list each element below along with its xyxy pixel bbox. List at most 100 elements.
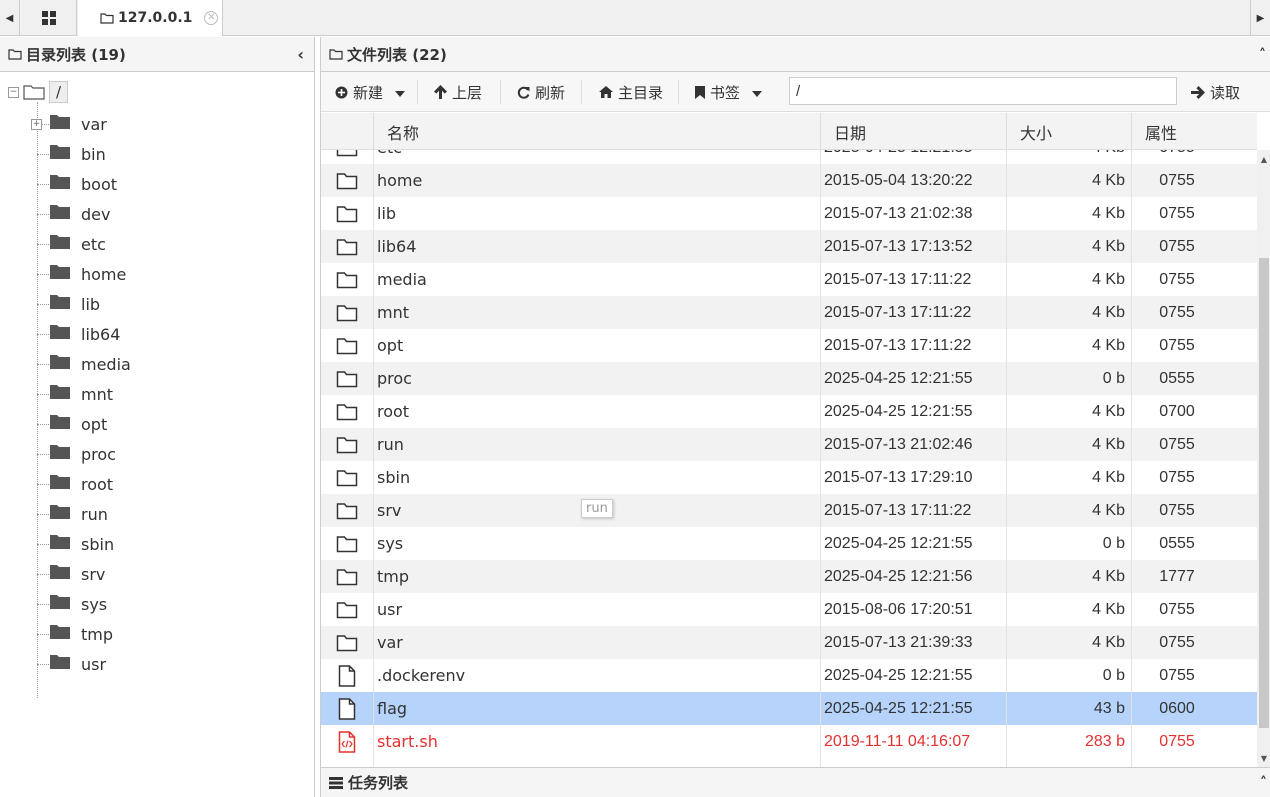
file-row-media[interactable]: media 2015-07-13 17:11:22 4 Kb 0755 bbox=[321, 263, 1257, 296]
column-header-name[interactable]: 名称 bbox=[373, 113, 820, 150]
collapse-left-icon[interactable]: ‹ bbox=[297, 37, 304, 72]
file-row-startsh[interactable]: start.sh 2019-11-11 04:16:07 283 b 0755 bbox=[321, 725, 1257, 758]
toolbar-separator bbox=[500, 80, 501, 104]
column-header-date[interactable]: 日期 bbox=[820, 113, 1006, 150]
file-row-tmp[interactable]: tmp 2025-04-25 12:21:56 4 Kb 1777 bbox=[321, 560, 1257, 593]
tree-root[interactable]: − / bbox=[8, 81, 69, 103]
file-name[interactable]: proc bbox=[377, 362, 412, 395]
file-row-var[interactable]: var 2015-07-13 21:39:33 4 Kb 0755 bbox=[321, 626, 1257, 659]
file-row-dockerenv[interactable]: .dockerenv 2025-04-25 12:21:55 0 b 0755 bbox=[321, 659, 1257, 692]
file-name[interactable]: start.sh bbox=[377, 725, 438, 758]
file-date: 2025-04-25 12:21:56 bbox=[824, 567, 973, 585]
file-attributes: 0755 bbox=[1159, 468, 1195, 486]
expand-toggle-icon[interactable]: + bbox=[31, 118, 42, 130]
file-name[interactable]: run bbox=[377, 428, 404, 461]
home-dir-button[interactable]: 主目录 bbox=[599, 72, 663, 112]
tab-scroll-left-button[interactable]: ◀ bbox=[0, 0, 20, 36]
scroll-down-icon[interactable]: ▼ bbox=[1257, 751, 1270, 765]
file-row-lib[interactable]: lib 2015-07-13 21:02:38 4 Kb 0755 bbox=[321, 197, 1257, 230]
tree-item-bin[interactable]: bin bbox=[37, 139, 106, 169]
tab-home-button[interactable] bbox=[21, 0, 77, 36]
file-date: 2015-07-13 17:11:22 bbox=[824, 303, 972, 321]
tree-item-opt[interactable]: opt bbox=[37, 409, 107, 439]
file-name[interactable]: var bbox=[377, 626, 403, 659]
file-name[interactable]: tmp bbox=[377, 560, 409, 593]
tree-item-var[interactable]: + var bbox=[31, 109, 107, 139]
file-name[interactable]: lib64 bbox=[377, 230, 416, 263]
file-grid: 名称 日期 大小 属性 etc 2025-04-25 12:21:55 4 Kb 07… bbox=[321, 113, 1270, 767]
tree-item-tmp[interactable]: tmp bbox=[37, 619, 113, 649]
file-name[interactable]: srv bbox=[377, 494, 401, 527]
grid-icon bbox=[41, 11, 56, 25]
file-name[interactable]: home bbox=[377, 164, 422, 197]
file-name[interactable]: mnt bbox=[377, 296, 409, 329]
tree-item-dev[interactable]: dev bbox=[37, 199, 110, 229]
tree-connector bbox=[37, 303, 49, 305]
tab-scroll-right-button[interactable]: ▶ bbox=[1250, 0, 1270, 36]
close-tab-icon[interactable]: ✕ bbox=[204, 11, 219, 25]
tree-item-lib64[interactable]: lib64 bbox=[37, 319, 120, 349]
file-row-usr[interactable]: usr 2015-08-06 17:20:51 4 Kb 0755 bbox=[321, 593, 1257, 626]
tree-item-root[interactable]: root bbox=[37, 469, 113, 499]
file-row-sbin[interactable]: sbin 2015-07-13 17:29:10 4 Kb 0755 bbox=[321, 461, 1257, 494]
file-name[interactable]: etc bbox=[377, 150, 402, 164]
tree-root-label[interactable]: / bbox=[49, 81, 69, 103]
tree-item-mnt[interactable]: mnt bbox=[37, 379, 113, 409]
tree-item-srv[interactable]: srv bbox=[37, 559, 105, 589]
folder-icon bbox=[49, 654, 71, 674]
tree-item-sys[interactable]: sys bbox=[37, 589, 107, 619]
collapse-up-icon[interactable]: ˄ bbox=[1260, 768, 1267, 797]
file-grid-scrollbar[interactable]: ▲ ▼ bbox=[1257, 150, 1270, 767]
tree-item-home[interactable]: home bbox=[37, 259, 126, 289]
bookmark-button[interactable]: 书签 bbox=[695, 72, 763, 112]
tree-item-lib[interactable]: lib bbox=[37, 289, 100, 319]
file-name[interactable]: lib bbox=[377, 197, 396, 230]
file-name[interactable]: sbin bbox=[377, 461, 410, 494]
collapse-toggle-icon[interactable]: − bbox=[8, 86, 19, 98]
folder-icon bbox=[49, 594, 71, 614]
file-row-flag[interactable]: flag 2025-04-25 12:21:55 43 b 0600 bbox=[321, 692, 1257, 725]
file-name[interactable]: flag bbox=[377, 692, 407, 725]
path-input[interactable] bbox=[789, 77, 1177, 105]
file-row-srv[interactable]: srv 2015-07-13 17:11:22 4 Kb 0755 bbox=[321, 494, 1257, 527]
file-name[interactable]: root bbox=[377, 395, 409, 428]
tree-item-sbin[interactable]: sbin bbox=[37, 529, 114, 559]
file-row-lib64[interactable]: lib64 2015-07-13 17:13:52 4 Kb 0755 bbox=[321, 230, 1257, 263]
refresh-button[interactable]: 刷新 bbox=[517, 72, 565, 112]
file-row-proc[interactable]: proc 2025-04-25 12:21:55 0 b 0555 bbox=[321, 362, 1257, 395]
file-row-run[interactable]: run 2015-07-13 21:02:46 4 Kb 0755 bbox=[321, 428, 1257, 461]
file-name[interactable]: usr bbox=[377, 593, 402, 626]
read-button[interactable]: 读取 bbox=[1191, 72, 1240, 112]
scroll-up-icon[interactable]: ▲ bbox=[1257, 152, 1270, 166]
file-row-home[interactable]: home 2015-05-04 13:20:22 4 Kb 0755 bbox=[321, 164, 1257, 197]
file-name[interactable]: opt bbox=[377, 329, 403, 362]
file-date: 2015-07-13 17:13:52 bbox=[824, 237, 973, 255]
tree-item-label: var bbox=[81, 114, 107, 134]
file-name[interactable]: media bbox=[377, 263, 427, 296]
file-row-root[interactable]: root 2025-04-25 12:21:55 4 Kb 0700 bbox=[321, 395, 1257, 428]
tree-item-label: bin bbox=[81, 144, 106, 164]
file-name[interactable]: sys bbox=[377, 527, 403, 560]
tree-item-media[interactable]: media bbox=[37, 349, 131, 379]
file-size: 4 Kb bbox=[1007, 150, 1125, 164]
tab-127-0-0-1[interactable]: 127.0.0.1 ✕ bbox=[78, 0, 223, 36]
file-name[interactable]: .dockerenv bbox=[377, 659, 465, 692]
scrollbar-thumb[interactable] bbox=[1259, 258, 1269, 728]
collapse-up-icon[interactable]: ˄ bbox=[1259, 37, 1266, 72]
tree-item-etc[interactable]: etc bbox=[37, 229, 106, 259]
column-header-size[interactable]: 大小 bbox=[1006, 113, 1131, 150]
file-date: 2015-07-13 17:29:10 bbox=[824, 468, 973, 486]
tree-item-run[interactable]: run bbox=[37, 499, 108, 529]
tree-item-label: usr bbox=[81, 654, 107, 674]
column-header-attributes[interactable]: 属性 bbox=[1131, 113, 1257, 150]
tree-item-proc[interactable]: proc bbox=[37, 439, 116, 469]
file-row-mnt[interactable]: mnt 2015-07-13 17:11:22 4 Kb 0755 bbox=[321, 296, 1257, 329]
up-level-button[interactable]: 上层 bbox=[434, 72, 482, 112]
file-attributes: 0600 bbox=[1159, 699, 1195, 717]
tree-item-boot[interactable]: boot bbox=[37, 169, 117, 199]
new-button[interactable]: 新建 bbox=[335, 72, 406, 112]
file-row-sys[interactable]: sys 2025-04-25 12:21:55 0 b 0555 bbox=[321, 527, 1257, 560]
tree-item-usr[interactable]: usr bbox=[37, 649, 106, 679]
file-row-etc[interactable]: etc 2025-04-25 12:21:55 4 Kb 0755 bbox=[321, 150, 1257, 164]
file-row-opt[interactable]: opt 2015-07-13 17:11:22 4 Kb 0755 bbox=[321, 329, 1257, 362]
